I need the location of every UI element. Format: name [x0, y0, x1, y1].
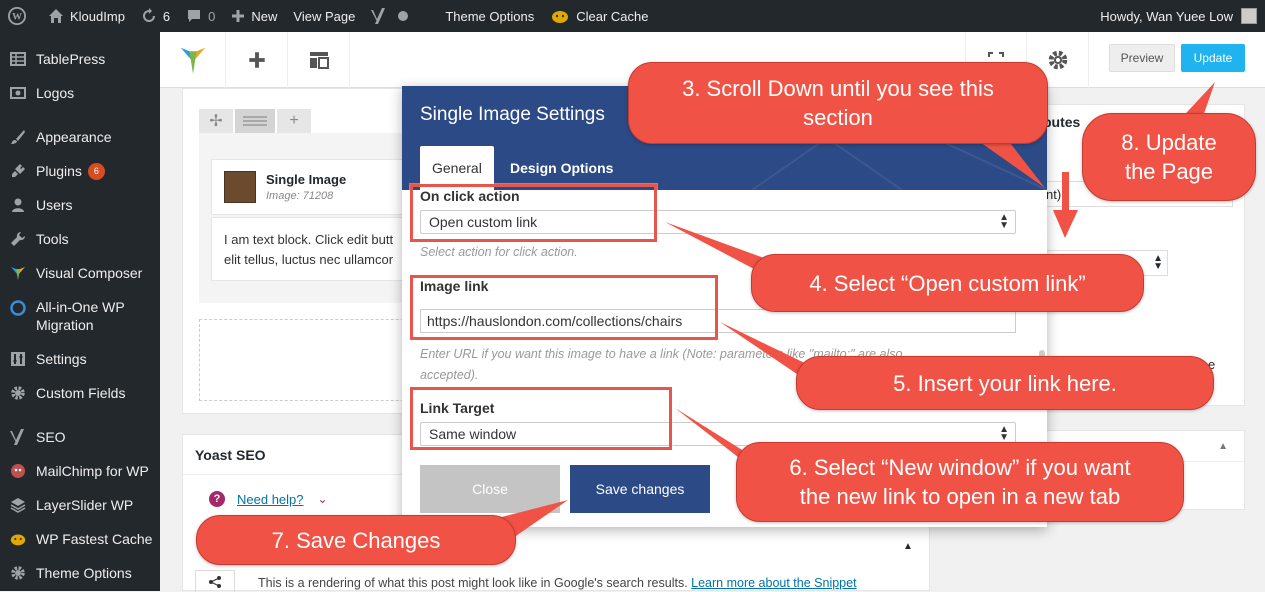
callout-step-8-line2: the Page	[1124, 159, 1214, 184]
callout-step-5: 5. Insert your link here.	[796, 356, 1214, 410]
callout-step-8-line1: 8. Update	[1121, 130, 1217, 155]
callout-step-3-line1: 3. Scroll Down until you see this	[682, 76, 994, 101]
callout-step-6: 6. Select “New window” if you want the ne…	[736, 442, 1184, 522]
scroll-down-arrow	[1053, 172, 1078, 238]
callout-step-3: 3. Scroll Down until you see this section	[628, 62, 1048, 144]
callout-step-7: 7. Save Changes	[196, 515, 516, 565]
callout-step-6-line1: 6. Select “New window” if you want	[789, 455, 1131, 480]
callout-step-3-line2: section	[803, 105, 873, 130]
callout-step-6-line2: the new link to open in a new tab	[799, 484, 1121, 509]
callout-step-4: 4. Select “Open custom link”	[751, 254, 1144, 312]
callout-step-8: 8. Update the Page	[1082, 113, 1256, 201]
